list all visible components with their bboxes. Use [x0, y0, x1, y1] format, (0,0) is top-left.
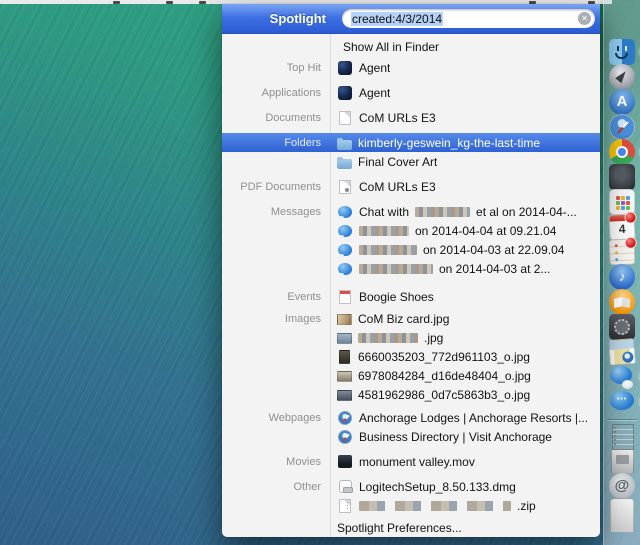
image-thumbnail-icon — [337, 371, 352, 382]
result-message-chat[interactable]: Messages Chat with et al on 2014-04-... — [222, 202, 600, 221]
dock-divider — [607, 419, 637, 420]
result-top-hit-agent[interactable]: Top Hit Agent — [222, 58, 600, 77]
redacted-name — [359, 264, 433, 274]
zip-archive-icon — [339, 499, 351, 513]
spotlight-header: Spotlight created:4/3/2014 ✕ — [222, 4, 600, 34]
documents-stack-dock-icon[interactable] — [611, 449, 634, 474]
redacted-name — [359, 245, 417, 255]
category-images: Images — [222, 313, 330, 325]
chat-bubble-icon — [338, 263, 352, 275]
result-other-zip[interactable]: .zip — [222, 496, 600, 515]
folder-icon — [337, 159, 352, 169]
image-thumbnail-icon — [339, 350, 350, 364]
clear-search-icon[interactable]: ✕ — [578, 12, 591, 25]
agent-app-icon — [338, 61, 352, 75]
spotlight-preferences-item[interactable]: Spotlight Preferences... — [222, 518, 600, 537]
iweb-dock-icon[interactable] — [608, 338, 636, 366]
redacted-name — [415, 207, 470, 217]
result-image-redacted[interactable]: .jpg — [222, 328, 600, 347]
mail-stack-dock-icon[interactable]: @ — [609, 473, 635, 499]
result-image-com-biz-card[interactable]: Images CoM Biz card.jpg — [222, 309, 600, 328]
result-event-boogie-shoes[interactable]: Events Boogie Shoes — [222, 287, 600, 306]
result-message[interactable]: on 2014-04-03 at 2... — [222, 259, 600, 278]
result-folder-kimberly-geswein-selected[interactable]: Folders kimberly-geswein_kg-the-last-tim… — [222, 133, 600, 152]
notification-badge — [624, 211, 637, 224]
spotlight-results: Show All in Finder Top Hit Agent Applica… — [222, 34, 600, 537]
category-pdf-documents: PDF Documents — [222, 181, 330, 193]
category-other: Other — [222, 481, 330, 493]
result-show-all-in-finder[interactable]: Show All in Finder — [222, 37, 600, 56]
image-thumbnail-icon — [337, 333, 352, 344]
image-thumbnail-icon — [337, 314, 352, 325]
result-application-agent[interactable]: Applications Agent — [222, 83, 600, 102]
folder-icon — [337, 140, 352, 150]
trash-dock-icon[interactable] — [610, 498, 634, 532]
spotlight-search-input[interactable]: created:4/3/2014 ✕ — [342, 9, 595, 28]
disk-image-icon — [339, 480, 352, 493]
safari-globe-icon — [338, 411, 352, 425]
chrome-dock-icon[interactable] — [609, 139, 635, 165]
notebook-stack-dock-icon[interactable] — [612, 424, 634, 450]
result-other-logitech-dmg[interactable]: Other LogitechSetup_8.50.133.dmg — [222, 477, 600, 496]
redacted-name — [359, 226, 409, 236]
menu-extra-icon — [166, 1, 173, 4]
document-icon — [339, 111, 351, 125]
category-documents: Documents — [222, 112, 330, 124]
result-webpage-anchorage-lodges[interactable]: Webpages Anchorage Lodges | Anchorage Re… — [222, 408, 600, 427]
desktop-screen: Spotlight created:4/3/2014 ✕ Show All in… — [0, 0, 640, 545]
result-message[interactable]: on 2014-04-03 at 22.09.04 — [222, 240, 600, 259]
dark-app-dock-icon[interactable] — [609, 164, 635, 190]
spotlight-title: Spotlight — [222, 11, 326, 26]
result-image[interactable]: 6978084284_d16de48404_o.jpg — [222, 366, 600, 385]
menu-extra-icon — [113, 1, 120, 4]
category-webpages: Webpages — [222, 412, 330, 424]
spotlight-panel: Spotlight created:4/3/2014 ✕ Show All in… — [222, 4, 600, 537]
chat-bubble-icon — [338, 206, 352, 218]
safari-dock-icon[interactable] — [609, 114, 635, 140]
category-folders: Folders — [222, 137, 330, 149]
calendar-date: 4 — [610, 221, 635, 236]
agent-app-icon — [338, 86, 352, 100]
safari-globe-icon — [338, 430, 352, 444]
result-image[interactable]: 4581962986_0d7c5863b3_o.jpg — [222, 385, 600, 404]
reminders-dock-icon[interactable] — [609, 239, 636, 266]
show-all-label: Show All in Finder — [343, 40, 439, 54]
image-thumbnail-icon — [337, 390, 352, 401]
messages-dock-icon[interactable]: ••• — [609, 389, 635, 415]
chat-bubble-icon — [338, 244, 352, 256]
movie-thumbnail-icon — [338, 455, 352, 468]
category-events: Events — [222, 291, 330, 303]
itunes-dock-icon[interactable]: ♪ — [609, 264, 635, 290]
result-image[interactable]: 6660035203_772d961103_o.jpg — [222, 347, 600, 366]
dock: A 4 ♪ ••• @ — [603, 0, 640, 545]
calendar-event-icon — [339, 290, 351, 304]
result-message[interactable]: on 2014-04-04 at 09.21.04 — [222, 221, 600, 240]
launchpad-dock-icon[interactable] — [609, 64, 635, 90]
redacted-name — [358, 333, 418, 343]
result-movie-monument-valley[interactable]: Movies monument valley.mov — [222, 452, 600, 471]
category-applications: Applications — [222, 87, 330, 99]
category-top-hit: Top Hit — [222, 62, 330, 74]
category-movies: Movies — [222, 456, 330, 468]
ichat-dock-icon[interactable] — [609, 364, 635, 390]
result-folder-final-cover-art[interactable]: Final Cover Art — [222, 152, 600, 171]
notification-badge — [624, 236, 636, 248]
menu-extra-icon — [199, 1, 206, 4]
pdf-icon — [339, 180, 351, 194]
category-messages: Messages — [222, 206, 330, 218]
redacted-name — [359, 501, 511, 511]
result-pdf-com-urls[interactable]: PDF Documents CoM URLs E3 — [222, 177, 600, 196]
app-store-dock-icon[interactable]: A — [609, 89, 635, 115]
message-bubble-icon: ••• — [610, 391, 634, 410]
ibooks-dock-icon[interactable] — [609, 289, 635, 315]
result-webpage-business-directory[interactable]: Business Directory | Visit Anchorage — [222, 427, 600, 446]
chat-bubble-icon — [338, 225, 352, 237]
search-query-text: created:4/3/2014 — [351, 12, 443, 26]
system-preferences-dock-icon[interactable] — [609, 314, 635, 340]
result-document-com-urls[interactable]: Documents CoM URLs E3 — [222, 108, 600, 127]
finder-dock-icon[interactable] — [609, 39, 635, 65]
